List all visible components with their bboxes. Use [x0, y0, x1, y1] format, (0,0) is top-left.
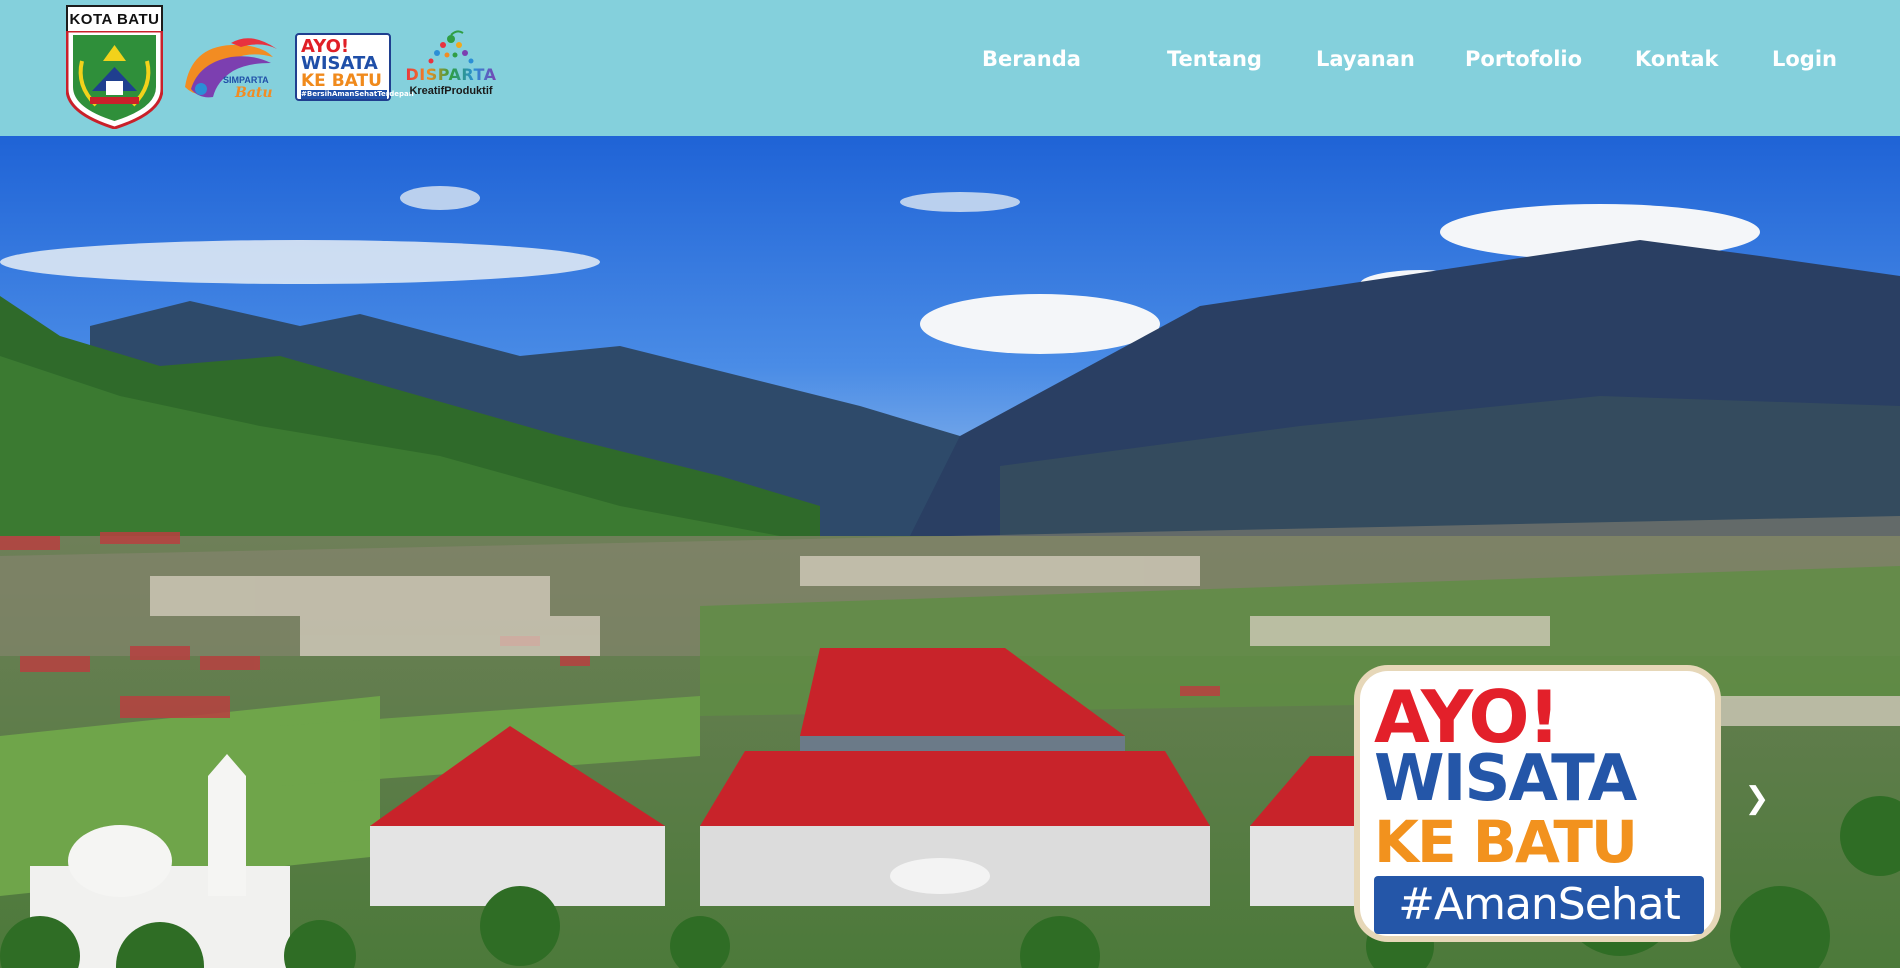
- kota-batu-logo[interactable]: KOTA BATU: [66, 5, 163, 129]
- nav-item-tentang[interactable]: Tentang: [1167, 44, 1262, 74]
- kota-batu-label: KOTA BATU: [66, 5, 163, 33]
- ayo-wisata-badge: AYO! WISATA KE BATU #AmanSehat: [1360, 671, 1715, 936]
- disparta-tree-icon: [428, 30, 474, 64]
- nav-item-layanan[interactable]: Layanan: [1316, 44, 1415, 74]
- nav-item-portofolio[interactable]: Portofolio: [1465, 44, 1582, 74]
- nav-item-login[interactable]: Login: [1772, 44, 1837, 74]
- site-header: KOTA BATU SIMPARTA Batu AYO! WISATA KE B…: [0, 0, 1900, 136]
- logo-group: KOTA BATU SIMPARTA Batu AYO! WISATA KE B…: [66, 5, 497, 129]
- kota-batu-shield-icon: [66, 31, 163, 129]
- badge-line-aman-sehat: #AmanSehat: [1374, 876, 1704, 934]
- carousel-next-button[interactable]: ❯: [1742, 779, 1772, 819]
- ayo-wisata-box: AYO! WISATA KE BATU #BersihAmanSehatTerd…: [295, 33, 414, 101]
- simparta-logo[interactable]: SIMPARTA Batu: [181, 27, 281, 107]
- ayo-wisata-line3: KE BATU: [301, 71, 382, 91]
- ayo-wisata-line4: #BersihAmanSehatTerdepan: [301, 90, 414, 99]
- chevron-right-icon: ❯: [1744, 781, 1770, 816]
- disparta-tagline: KreatifProduktif: [409, 85, 493, 97]
- simparta-batu-text: Batu: [235, 85, 273, 101]
- disparta-word: DISPARTA: [405, 65, 497, 84]
- badge-line-wisata: WISATA: [1374, 742, 1637, 816]
- hero-carousel: AYO! WISATA KE BATU #AmanSehat ❯: [0, 136, 1900, 968]
- nav-item-beranda[interactable]: Beranda: [982, 44, 1081, 74]
- ayo-wisata-logo[interactable]: AYO! WISATA KE BATU #BersihAmanSehatTerd…: [295, 33, 414, 101]
- simparta-text: SIMPARTA: [223, 75, 269, 85]
- nav-item-kontak[interactable]: Kontak: [1635, 44, 1718, 74]
- badge-line-ke-batu: KE BATU: [1374, 808, 1638, 876]
- disparta-logo[interactable]: DISPARTA KreatifProduktif: [405, 29, 497, 105]
- disparta-word-text: DISPARTA: [405, 65, 497, 84]
